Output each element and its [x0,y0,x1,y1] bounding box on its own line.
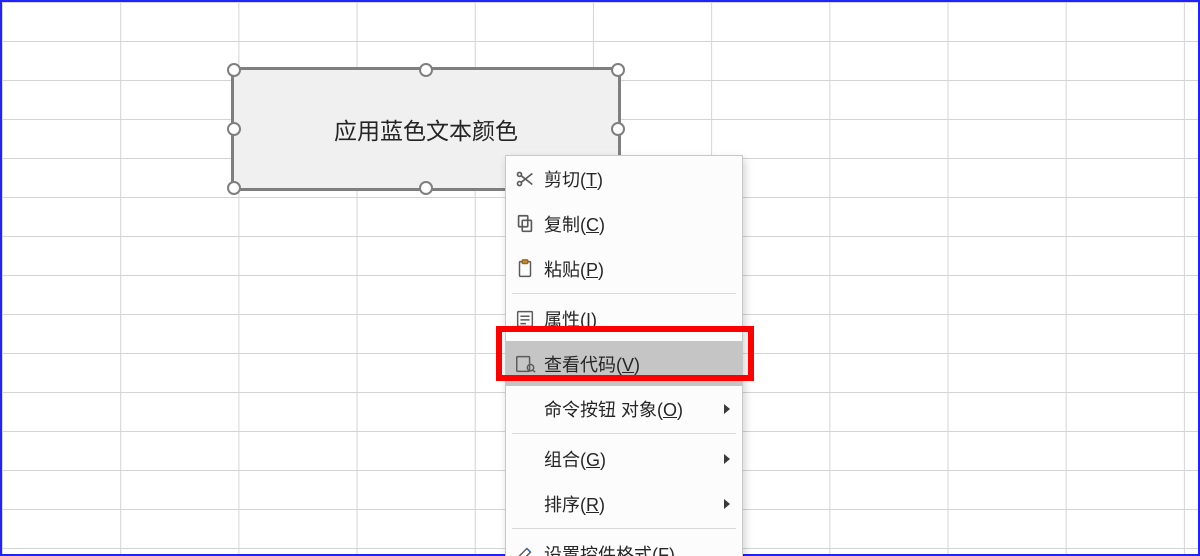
submenu-arrow-icon [724,404,730,414]
command-button-label: 应用蓝色文本颜色 [334,112,518,146]
menu-item-label: 剪切(T) [544,166,603,192]
menu-item-group[interactable]: 组合(G) [506,436,742,481]
resize-handle-top-left[interactable] [227,63,241,77]
menu-item-label: 排序(R) [544,491,605,517]
resize-handle-middle-right[interactable] [611,122,625,136]
menu-separator [512,433,736,434]
format-control-icon [514,543,536,556]
menu-item-format-control[interactable]: 设置控件格式(F)... [506,531,742,556]
copy-icon [514,213,536,235]
spreadsheet-viewport: 应用蓝色文本颜色 剪切(T) [0,0,1200,556]
menu-item-copy[interactable]: 复制(C) [506,201,742,246]
submenu-arrow-icon [724,499,730,509]
menu-item-label: 组合(G) [544,446,606,472]
menu-item-command-button-object[interactable]: 命令按钮 对象(O) [506,386,742,431]
menu-item-paste[interactable]: 粘贴(P) [506,246,742,291]
paste-icon [514,258,536,280]
menu-item-label: 粘贴(P) [544,256,604,282]
resize-handle-bottom-center[interactable] [419,181,433,195]
view-code-icon [514,353,536,375]
menu-item-properties[interactable]: 属性(I) [506,296,742,341]
menu-item-label: 属性(I) [544,306,597,332]
menu-item-cut[interactable]: 剪切(T) [506,156,742,201]
properties-icon [514,308,536,330]
resize-handle-middle-left[interactable] [227,122,241,136]
submenu-arrow-icon [724,454,730,464]
menu-item-label: 查看代码(V) [544,351,640,377]
menu-item-order[interactable]: 排序(R) [506,481,742,526]
menu-item-label: 设置控件格式(F)... [544,541,690,556]
resize-handle-bottom-left[interactable] [227,181,241,195]
menu-separator [512,528,736,529]
scissors-icon [514,168,536,190]
menu-item-label: 命令按钮 对象(O) [544,396,683,422]
context-menu: 剪切(T) 复制(C) 粘贴(P) [505,155,743,556]
resize-handle-top-center[interactable] [419,63,433,77]
resize-handle-top-right[interactable] [611,63,625,77]
menu-item-view-code[interactable]: 查看代码(V) [506,341,742,386]
menu-separator [512,293,736,294]
menu-item-label: 复制(C) [544,211,605,237]
